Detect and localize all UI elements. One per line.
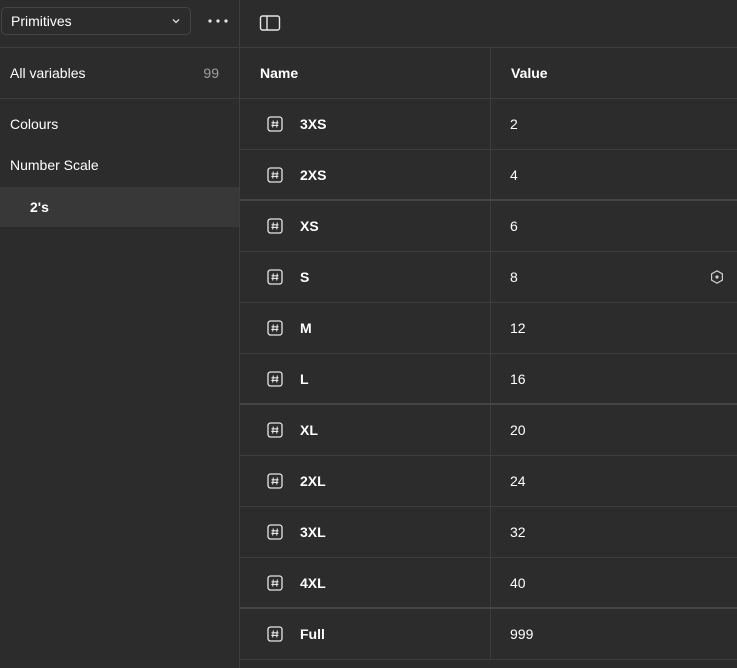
table-body: 3XS 2 2XS 4 XS 6 S 8 M 12 L 16 XL 20 2XL… — [240, 99, 737, 660]
table-row[interactable]: XL 20 — [240, 405, 737, 456]
sidebar: Primitives All variables 99 Colours Numb… — [0, 0, 240, 668]
variable-value-cell[interactable]: 16 — [490, 354, 737, 403]
sidebar-item-colours[interactable]: Colours — [0, 104, 239, 144]
variable-name: S — [300, 269, 310, 285]
number-hash-icon — [267, 370, 283, 387]
number-hash-icon — [267, 116, 283, 132]
table-row[interactable]: M 12 — [240, 303, 737, 354]
variable-name: Full — [300, 626, 325, 642]
group-label: 2's — [30, 199, 49, 215]
variable-value-cell[interactable]: 12 — [490, 303, 737, 353]
variable-name-cell[interactable]: L — [240, 354, 490, 403]
chevron-down-icon — [171, 16, 181, 26]
variable-value-cell[interactable]: 999 — [490, 609, 737, 659]
table-row[interactable]: 2XL 24 — [240, 456, 737, 507]
collection-dropdown[interactable]: Primitives — [1, 7, 191, 35]
number-hash-icon — [267, 218, 283, 234]
table-row[interactable]: 4XL 40 — [240, 558, 737, 609]
variable-value-cell[interactable]: 6 — [490, 201, 737, 251]
variable-value-cell[interactable]: 40 — [490, 558, 737, 607]
more-dots-icon — [208, 19, 228, 23]
sidebar-divider — [0, 98, 239, 99]
variable-value: 4 — [510, 166, 518, 183]
number-hash-icon — [267, 626, 283, 642]
hexagon-mode-icon[interactable] — [709, 269, 725, 285]
table-row[interactable]: S 8 — [240, 252, 737, 303]
variable-value-cell[interactable]: 32 — [490, 507, 737, 557]
toolbar — [240, 0, 737, 48]
variable-value-cell[interactable]: 24 — [490, 456, 737, 506]
variable-name: 2XL — [300, 473, 326, 489]
variable-name: M — [300, 320, 312, 336]
sidebar-item-2s[interactable]: 2's — [0, 187, 239, 227]
number-hash-icon — [267, 320, 283, 336]
variable-name-cell[interactable]: 4XL — [240, 558, 490, 607]
variable-value: 999 — [510, 626, 534, 642]
sidebar-divider — [0, 47, 239, 48]
column-header-value: Value — [490, 48, 737, 98]
variable-value: 12 — [510, 320, 526, 336]
number-hash-icon — [267, 473, 283, 489]
variable-value: 24 — [510, 473, 526, 489]
variable-name: 3XL — [300, 524, 326, 540]
number-hash-icon — [267, 269, 283, 285]
variable-name-cell[interactable]: 3XS — [240, 99, 490, 149]
sidebar-toggle-icon — [259, 15, 281, 31]
variable-value-cell[interactable]: 20 — [490, 405, 737, 455]
variable-value-cell[interactable]: 8 — [490, 252, 737, 302]
variable-name: XL — [300, 422, 318, 438]
variable-name: 4XL — [300, 574, 326, 591]
variable-name-cell[interactable]: Full — [240, 609, 490, 659]
variable-value-cell[interactable]: 2 — [490, 99, 737, 149]
variable-name: 3XS — [300, 116, 327, 132]
variable-name-cell[interactable]: M — [240, 303, 490, 353]
variable-name: 2XS — [300, 166, 327, 183]
variable-value: 20 — [510, 422, 526, 438]
variable-name-cell[interactable]: 2XS — [240, 150, 490, 199]
variable-name: L — [300, 370, 309, 387]
variable-name-cell[interactable]: 3XL — [240, 507, 490, 557]
variable-value: 2 — [510, 116, 518, 132]
group-label: Number Scale — [10, 157, 99, 173]
variables-count: 99 — [203, 65, 219, 81]
table-row[interactable]: 3XL 32 — [240, 507, 737, 558]
table-header: Name Value — [240, 48, 737, 99]
variable-name: XS — [300, 218, 319, 234]
variable-value: 6 — [510, 218, 518, 234]
number-hash-icon — [267, 166, 283, 183]
variable-name-cell[interactable]: 2XL — [240, 456, 490, 506]
number-hash-icon — [267, 524, 283, 540]
variable-value: 32 — [510, 524, 526, 540]
table-row[interactable]: 3XS 2 — [240, 99, 737, 150]
all-variables-label: All variables — [10, 65, 86, 81]
table-row[interactable]: 2XS 4 — [240, 150, 737, 201]
more-options-button[interactable] — [204, 9, 232, 33]
table-row[interactable]: XS 6 — [240, 201, 737, 252]
variable-name-cell[interactable]: S — [240, 252, 490, 302]
variable-value-cell[interactable]: 4 — [490, 150, 737, 199]
variables-table: Name Value 3XS 2 2XS 4 XS 6 S 8 M 12 L 1… — [240, 48, 737, 660]
table-row[interactable]: Full 999 — [240, 609, 737, 660]
variable-name-cell[interactable]: XL — [240, 405, 490, 455]
collection-name: Primitives — [11, 13, 72, 29]
group-label: Colours — [10, 116, 59, 132]
sidebar-item-number-scale[interactable]: Number Scale — [0, 145, 239, 185]
variable-value: 8 — [510, 269, 518, 285]
variable-value: 16 — [510, 370, 526, 387]
column-header-name: Name — [260, 65, 299, 81]
table-row[interactable]: L 16 — [240, 354, 737, 405]
sidebar-toggle-button[interactable] — [259, 14, 281, 32]
number-hash-icon — [267, 574, 283, 591]
number-hash-icon — [267, 422, 283, 438]
variable-value: 40 — [510, 574, 526, 591]
variable-name-cell[interactable]: XS — [240, 201, 490, 251]
sidebar-item-all-variables[interactable]: All variables 99 — [0, 53, 239, 93]
